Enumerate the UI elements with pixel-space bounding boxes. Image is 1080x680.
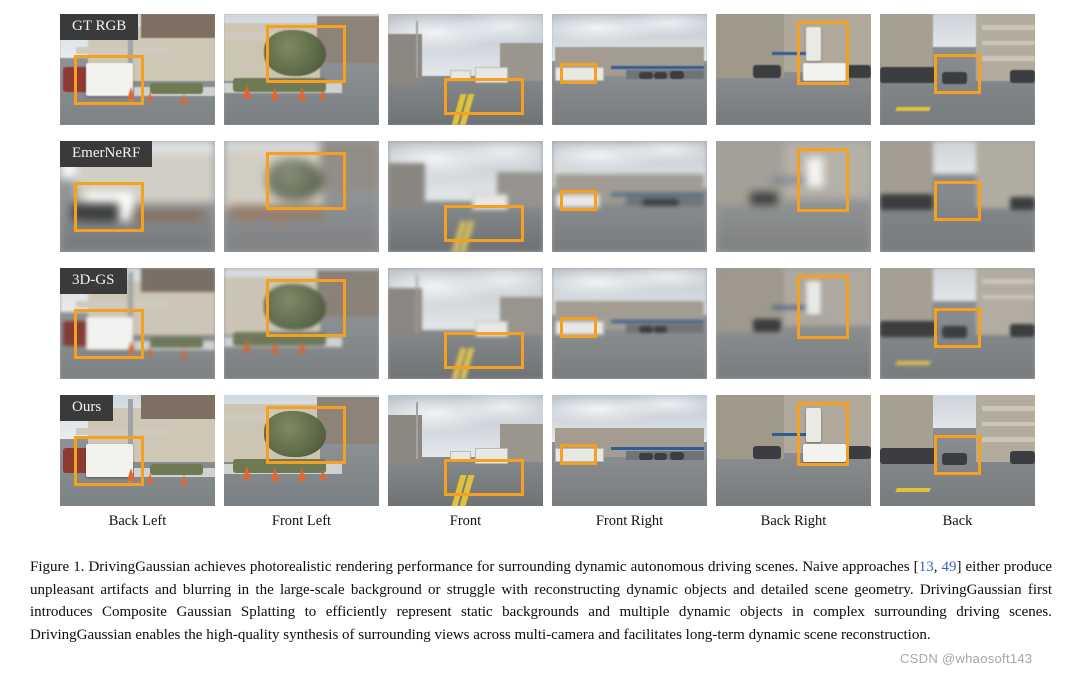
image-cell-ours-front-right[interactable] (552, 395, 707, 506)
column-label-row: Back Left Front Left Front Front Right B… (60, 510, 1035, 532)
column-label-front: Front (449, 513, 482, 529)
scene-render (552, 14, 707, 125)
image-cell-3dgs-front-left[interactable] (224, 268, 379, 379)
image-cell-emernerf-front-left[interactable] (224, 141, 379, 252)
image-cell-ours-front[interactable] (388, 395, 543, 506)
image-cell-emernerf-back[interactable] (880, 141, 1035, 252)
scene-render (552, 395, 707, 506)
image-cell-gt-front[interactable] (388, 14, 543, 125)
scene-render (880, 268, 1035, 379)
column-label-back-left: Back Left (108, 513, 167, 529)
comparison-image-grid: GT RGB EmerNeRF 3D-GS Ours (60, 14, 1035, 506)
image-cell-gt-front-right[interactable] (552, 14, 707, 125)
scene-render (552, 268, 707, 379)
citation-13[interactable]: 13 (919, 559, 934, 575)
figure-container: GT RGB EmerNeRF 3D-GS Ours Back Left Fro… (0, 0, 1080, 680)
image-cell-ours-back-right[interactable] (716, 395, 871, 506)
row-label-emernerf: EmerNeRF (60, 141, 153, 167)
image-cell-gt-back-right[interactable] (716, 14, 871, 125)
image-cell-emernerf-front-right[interactable] (552, 141, 707, 252)
scene-render (388, 268, 543, 379)
scene-render (224, 141, 379, 252)
image-cell-3dgs-front[interactable] (388, 268, 543, 379)
image-cell-ours-back[interactable] (880, 395, 1035, 506)
scene-render (716, 395, 871, 506)
scene-render (716, 268, 871, 379)
column-label-back: Back (942, 513, 973, 529)
scene-render (224, 395, 379, 506)
scene-render (388, 395, 543, 506)
column-label-front-left: Front Left (271, 513, 332, 529)
image-cell-emernerf-back-left[interactable]: EmerNeRF (60, 141, 215, 252)
image-cell-ours-front-left[interactable] (224, 395, 379, 506)
image-cell-gt-front-left[interactable] (224, 14, 379, 125)
image-cell-gt-back-left[interactable]: GT RGB (60, 14, 215, 125)
scene-render (224, 14, 379, 125)
csdn-watermark: CSDN @whaosoft143 (900, 651, 1033, 666)
scene-render (552, 141, 707, 252)
scene-render (880, 141, 1035, 252)
scene-render (716, 141, 871, 252)
scene-render (224, 268, 379, 379)
scene-render (880, 395, 1035, 506)
image-cell-gt-back[interactable] (880, 14, 1035, 125)
image-cell-3dgs-back[interactable] (880, 268, 1035, 379)
image-cell-3dgs-front-right[interactable] (552, 268, 707, 379)
column-label-back-right: Back Right (760, 513, 827, 529)
figure-caption: Figure 1. DrivingGaussian achieves photor… (30, 556, 1052, 646)
row-label-gt-rgb: GT RGB (60, 14, 139, 40)
image-cell-emernerf-back-right[interactable] (716, 141, 871, 252)
scene-render (388, 14, 543, 125)
image-cell-3dgs-back-left[interactable]: 3D-GS (60, 268, 215, 379)
scene-render (716, 14, 871, 125)
column-label-front-right: Front Right (595, 513, 664, 529)
row-label-3d-gs: 3D-GS (60, 268, 127, 294)
citation-49[interactable]: 49 (941, 559, 956, 575)
scene-render (880, 14, 1035, 125)
image-cell-emernerf-front[interactable] (388, 141, 543, 252)
caption-figure-label: Figure 1. (30, 559, 85, 575)
image-cell-3dgs-back-right[interactable] (716, 268, 871, 379)
row-label-ours: Ours (60, 395, 114, 421)
image-cell-ours-back-left[interactable]: Ours (60, 395, 215, 506)
caption-text-part1: DrivingGaussian achieves photorealistic … (88, 559, 919, 575)
scene-render (388, 141, 543, 252)
